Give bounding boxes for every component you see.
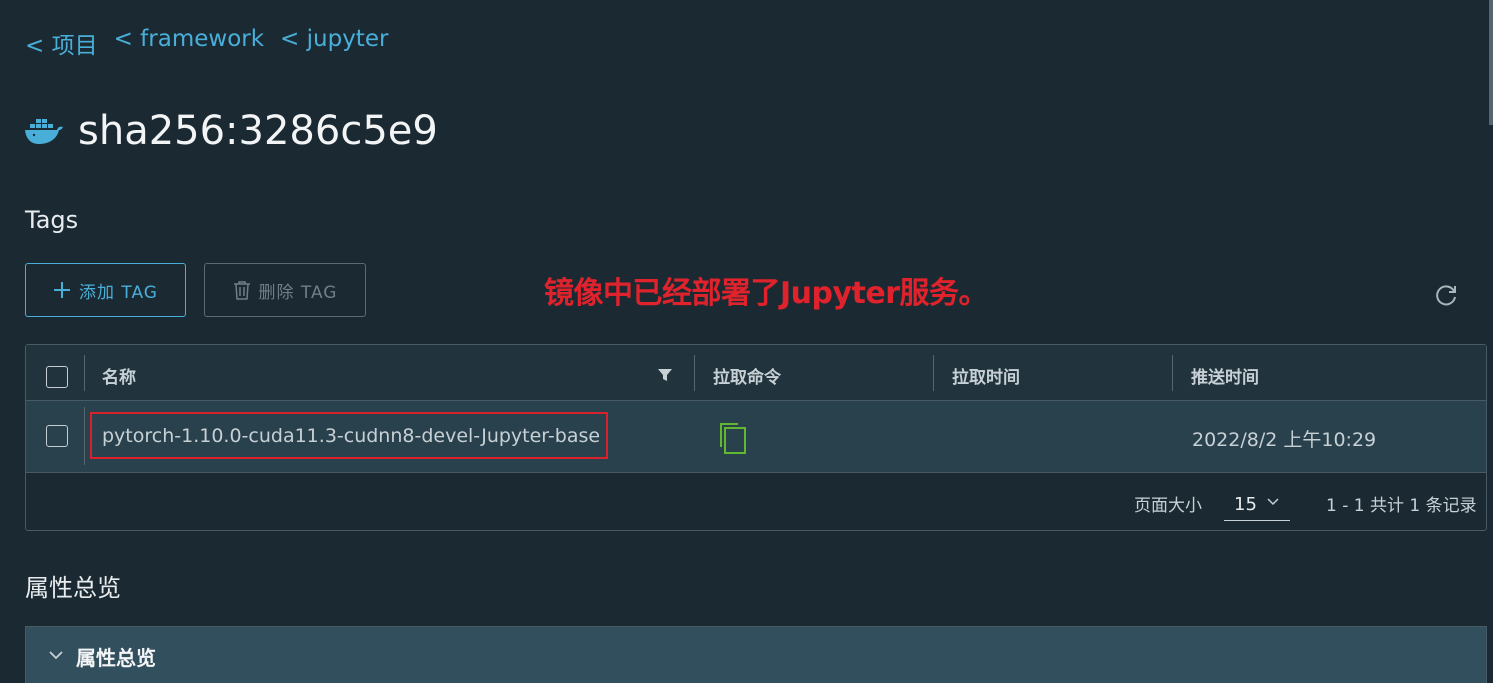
push-time-cell: 2022/8/2 上午10:29 [1192, 429, 1377, 451]
highlight-box [90, 412, 608, 459]
filter-icon[interactable] [657, 367, 673, 383]
tags-datagrid: 名称 拉取命令 拉取时间 推送时间 pytorch-1.10.0-cuda11.… [25, 344, 1487, 531]
delete-tag-label: 删除 TAG [258, 282, 338, 303]
trash-icon [233, 281, 250, 300]
tags-section-title: Tags [25, 206, 79, 234]
refresh-icon[interactable] [1433, 283, 1459, 309]
breadcrumb: < 项目 < framework < jupyter [25, 26, 388, 60]
column-header-name[interactable]: 名称 [102, 363, 136, 388]
docker-whale-icon [25, 119, 63, 144]
column-divider [933, 355, 934, 391]
chevron-down-icon [49, 651, 63, 660]
page-scrollbar[interactable] [1489, 0, 1493, 125]
title-row: sha256:3286c5e9 [24, 108, 438, 154]
column-divider [694, 355, 695, 391]
properties-section-title: 属性总览 [25, 574, 121, 602]
breadcrumb-framework[interactable]: < framework [114, 26, 264, 60]
page-size-select[interactable]: 15 [1224, 485, 1290, 521]
column-divider [84, 407, 85, 465]
delete-tag-button[interactable]: 删除 TAG [204, 263, 366, 317]
page-title: sha256:3286c5e9 [78, 108, 438, 154]
annotation-text: 镜像中已经部署了Jupyter服务。 [544, 276, 989, 311]
add-tag-button[interactable]: 添加 TAG [25, 263, 186, 317]
column-header-push-time[interactable]: 推送时间 [1191, 363, 1259, 388]
plus-icon [54, 282, 70, 298]
column-header-pull-command[interactable]: 拉取命令 [713, 363, 781, 388]
row-checkbox[interactable] [46, 425, 68, 447]
breadcrumb-jupyter[interactable]: < jupyter [280, 26, 388, 60]
properties-accordion[interactable]: 属性总览 [25, 626, 1487, 683]
copy-icon[interactable] [718, 421, 748, 455]
pagination-info: 1 - 1 共计 1 条记录 [1326, 496, 1477, 516]
column-header-pull-time[interactable]: 拉取时间 [952, 363, 1020, 388]
breadcrumb-projects[interactable]: < 项目 [25, 26, 98, 60]
datagrid-footer: 页面大小 15 1 - 1 共计 1 条记录 [26, 473, 1486, 531]
page-size-label: 页面大小 [1134, 496, 1202, 516]
add-tag-label: 添加 TAG [79, 282, 158, 303]
chevron-down-icon [1267, 498, 1279, 506]
column-divider [1172, 355, 1173, 391]
column-divider [84, 355, 85, 391]
page-size-value: 15 [1234, 494, 1257, 515]
accordion-label: 属性总览 [76, 646, 156, 670]
select-all-checkbox[interactable] [46, 366, 68, 388]
table-row[interactable]: pytorch-1.10.0-cuda11.3-cudnn8-devel-Jup… [26, 401, 1486, 473]
datagrid-header: 名称 拉取命令 拉取时间 推送时间 [26, 345, 1486, 401]
